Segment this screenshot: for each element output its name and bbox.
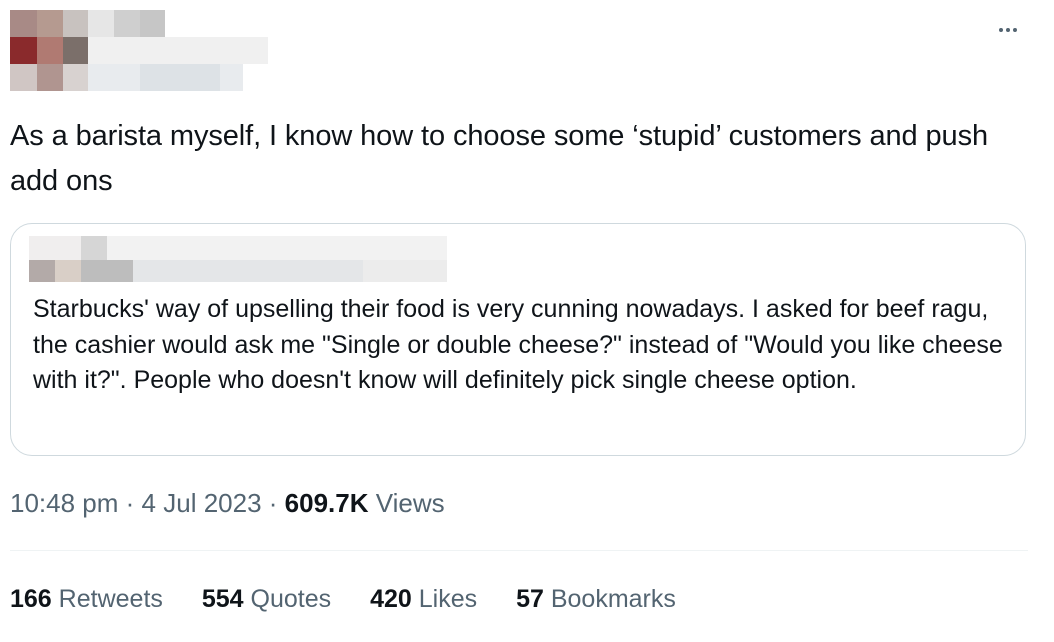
- quoted-name-pixel: [363, 260, 447, 282]
- avatar-pixel: [37, 64, 63, 91]
- meta-separator: ·: [125, 488, 135, 518]
- retweets-label: Retweets: [58, 585, 163, 613]
- avatar-pixel: [10, 37, 37, 64]
- stat-bookmarks[interactable]: 57 Bookmarks: [516, 581, 676, 617]
- stat-likes[interactable]: 420 Likes: [370, 581, 477, 617]
- name-pixel: [140, 64, 220, 91]
- avatar-pixel: [10, 10, 37, 37]
- bookmarks-label: Bookmarks: [550, 585, 676, 613]
- name-pixel: [88, 37, 268, 64]
- likes-label: Likes: [418, 585, 478, 613]
- meta-separator: ·: [268, 488, 278, 518]
- views-count: 609.7K: [284, 488, 369, 518]
- avatar-pixel: [63, 37, 88, 64]
- quoted-name-pixel: [81, 260, 133, 282]
- quoted-name-pixel: [133, 260, 363, 282]
- quoted-avatar-pixel: [55, 260, 81, 282]
- likes-count: 420: [370, 585, 412, 613]
- tweet-date[interactable]: 4 Jul 2023: [142, 488, 262, 518]
- avatar-pixel: [37, 37, 63, 64]
- quoted-name-pixel: [107, 236, 447, 260]
- bookmarks-count: 57: [516, 585, 544, 613]
- avatar-pixel: [10, 64, 37, 91]
- name-pixel: [114, 10, 140, 37]
- views-label: Views: [375, 488, 445, 518]
- retweets-count: 166: [10, 585, 52, 613]
- quoted-tweet-card[interactable]: Starbucks' way of upselling their food i…: [10, 223, 1026, 456]
- stat-quotes[interactable]: 554 Quotes: [202, 581, 331, 617]
- more-horizontal-icon: [1006, 28, 1010, 32]
- quotes-count: 554: [201, 585, 244, 613]
- quoted-avatar-pixel: [81, 236, 107, 260]
- avatar-pixel: [37, 10, 63, 37]
- stat-retweets[interactable]: 166 Retweets: [10, 581, 163, 617]
- avatar-pixel: [63, 10, 88, 37]
- quotes-label: Quotes: [250, 585, 332, 613]
- more-options-button[interactable]: [988, 20, 1028, 40]
- more-horizontal-icon: [999, 28, 1003, 32]
- quoted-avatar-pixel: [29, 236, 81, 260]
- name-pixel: [140, 10, 165, 37]
- tweet-time[interactable]: 10:48 pm: [10, 488, 118, 518]
- divider: [10, 550, 1028, 551]
- name-pixel: [88, 10, 114, 37]
- tweet-meta: 10:48 pm · 4 Jul 2023 · 609.7K Views: [10, 485, 445, 521]
- tweet-text: As a barista myself, I know how to choos…: [10, 120, 988, 197]
- quoted-tweet-text: Starbucks' way of upselling their food i…: [33, 295, 1003, 394]
- quoted-author-blurred: [29, 236, 449, 282]
- engagement-stats: 166 Retweets 554 Quotes 420 Likes 57 Boo…: [10, 581, 708, 617]
- quoted-avatar-pixel: [29, 260, 55, 282]
- more-horizontal-icon: [1013, 28, 1017, 32]
- author-header-blurred[interactable]: [10, 10, 270, 94]
- avatar-pixel: [63, 64, 88, 91]
